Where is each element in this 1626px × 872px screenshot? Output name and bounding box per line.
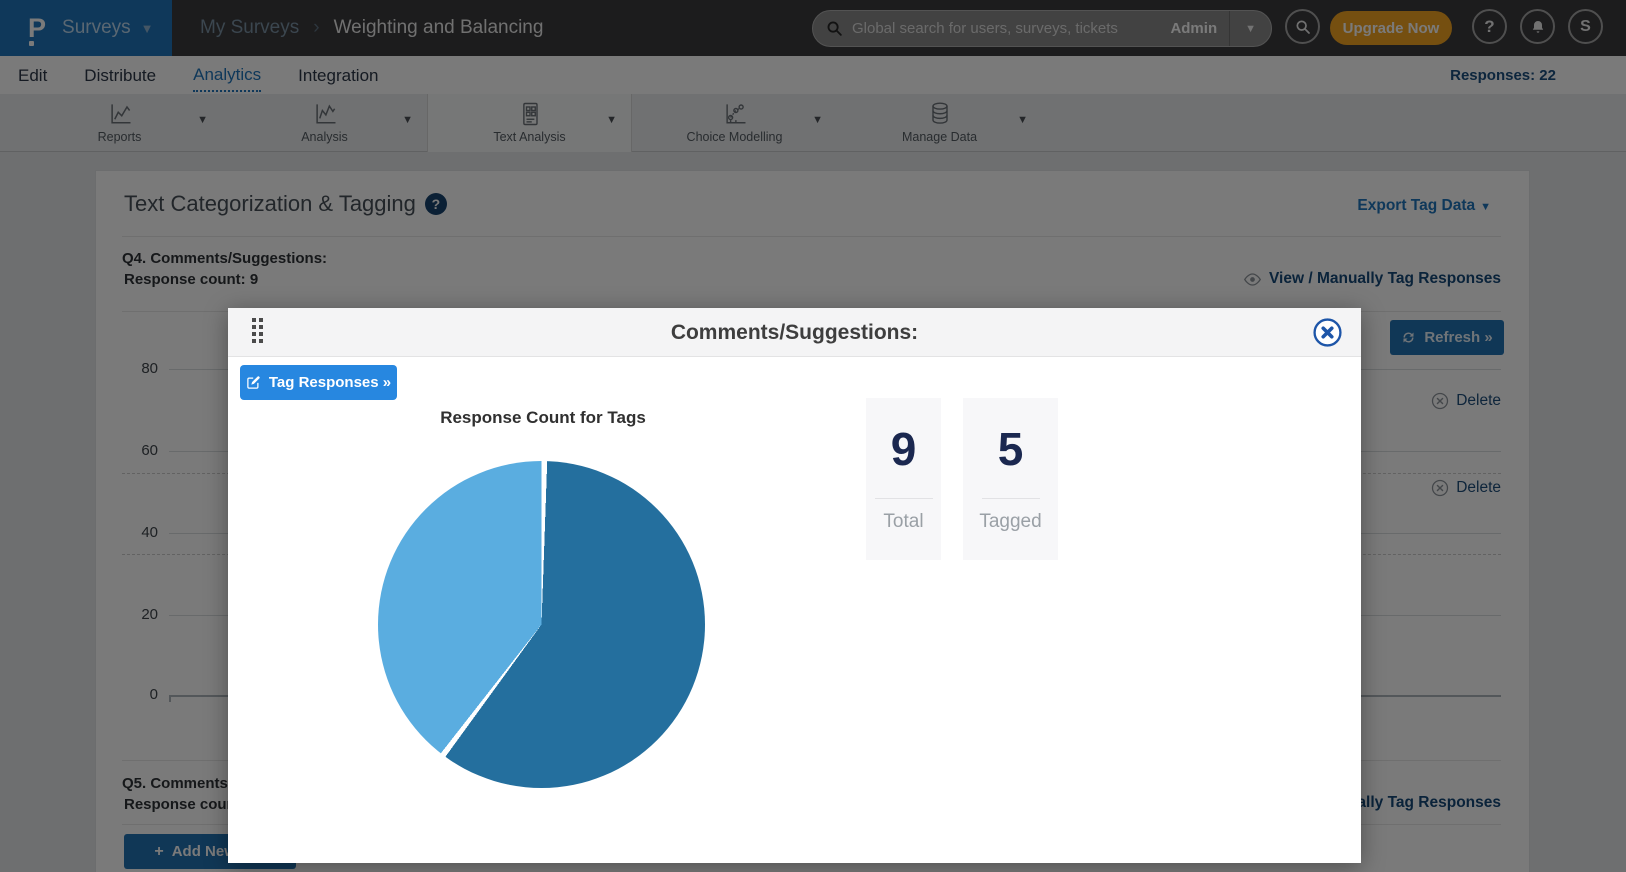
pie-chart (378, 461, 705, 788)
divider (875, 498, 933, 499)
stat-tagged-label: Tagged (979, 511, 1041, 533)
stat-card-tagged: 5 Tagged (963, 398, 1058, 560)
pie-chart-title: Response Count for Tags (318, 408, 768, 428)
dialog-header: Comments/Suggestions: (228, 308, 1361, 357)
comments-suggestions-dialog: Comments/Suggestions: Tag Responses » Re… (228, 308, 1361, 863)
edit-icon (246, 375, 261, 390)
stat-total-value: 9 (891, 426, 917, 472)
stat-total-label: Total (883, 511, 923, 533)
stat-tagged-value: 5 (998, 426, 1024, 472)
close-icon (1312, 317, 1343, 348)
tag-responses-button[interactable]: Tag Responses » (240, 365, 397, 400)
dialog-title: Comments/Suggestions: (228, 308, 1361, 357)
close-button[interactable] (1312, 317, 1343, 348)
divider (982, 498, 1040, 499)
app-screen: P Surveys ▼ My Surveys › Weighting and B… (0, 0, 1626, 872)
stat-card-total: 9 Total (866, 398, 941, 560)
